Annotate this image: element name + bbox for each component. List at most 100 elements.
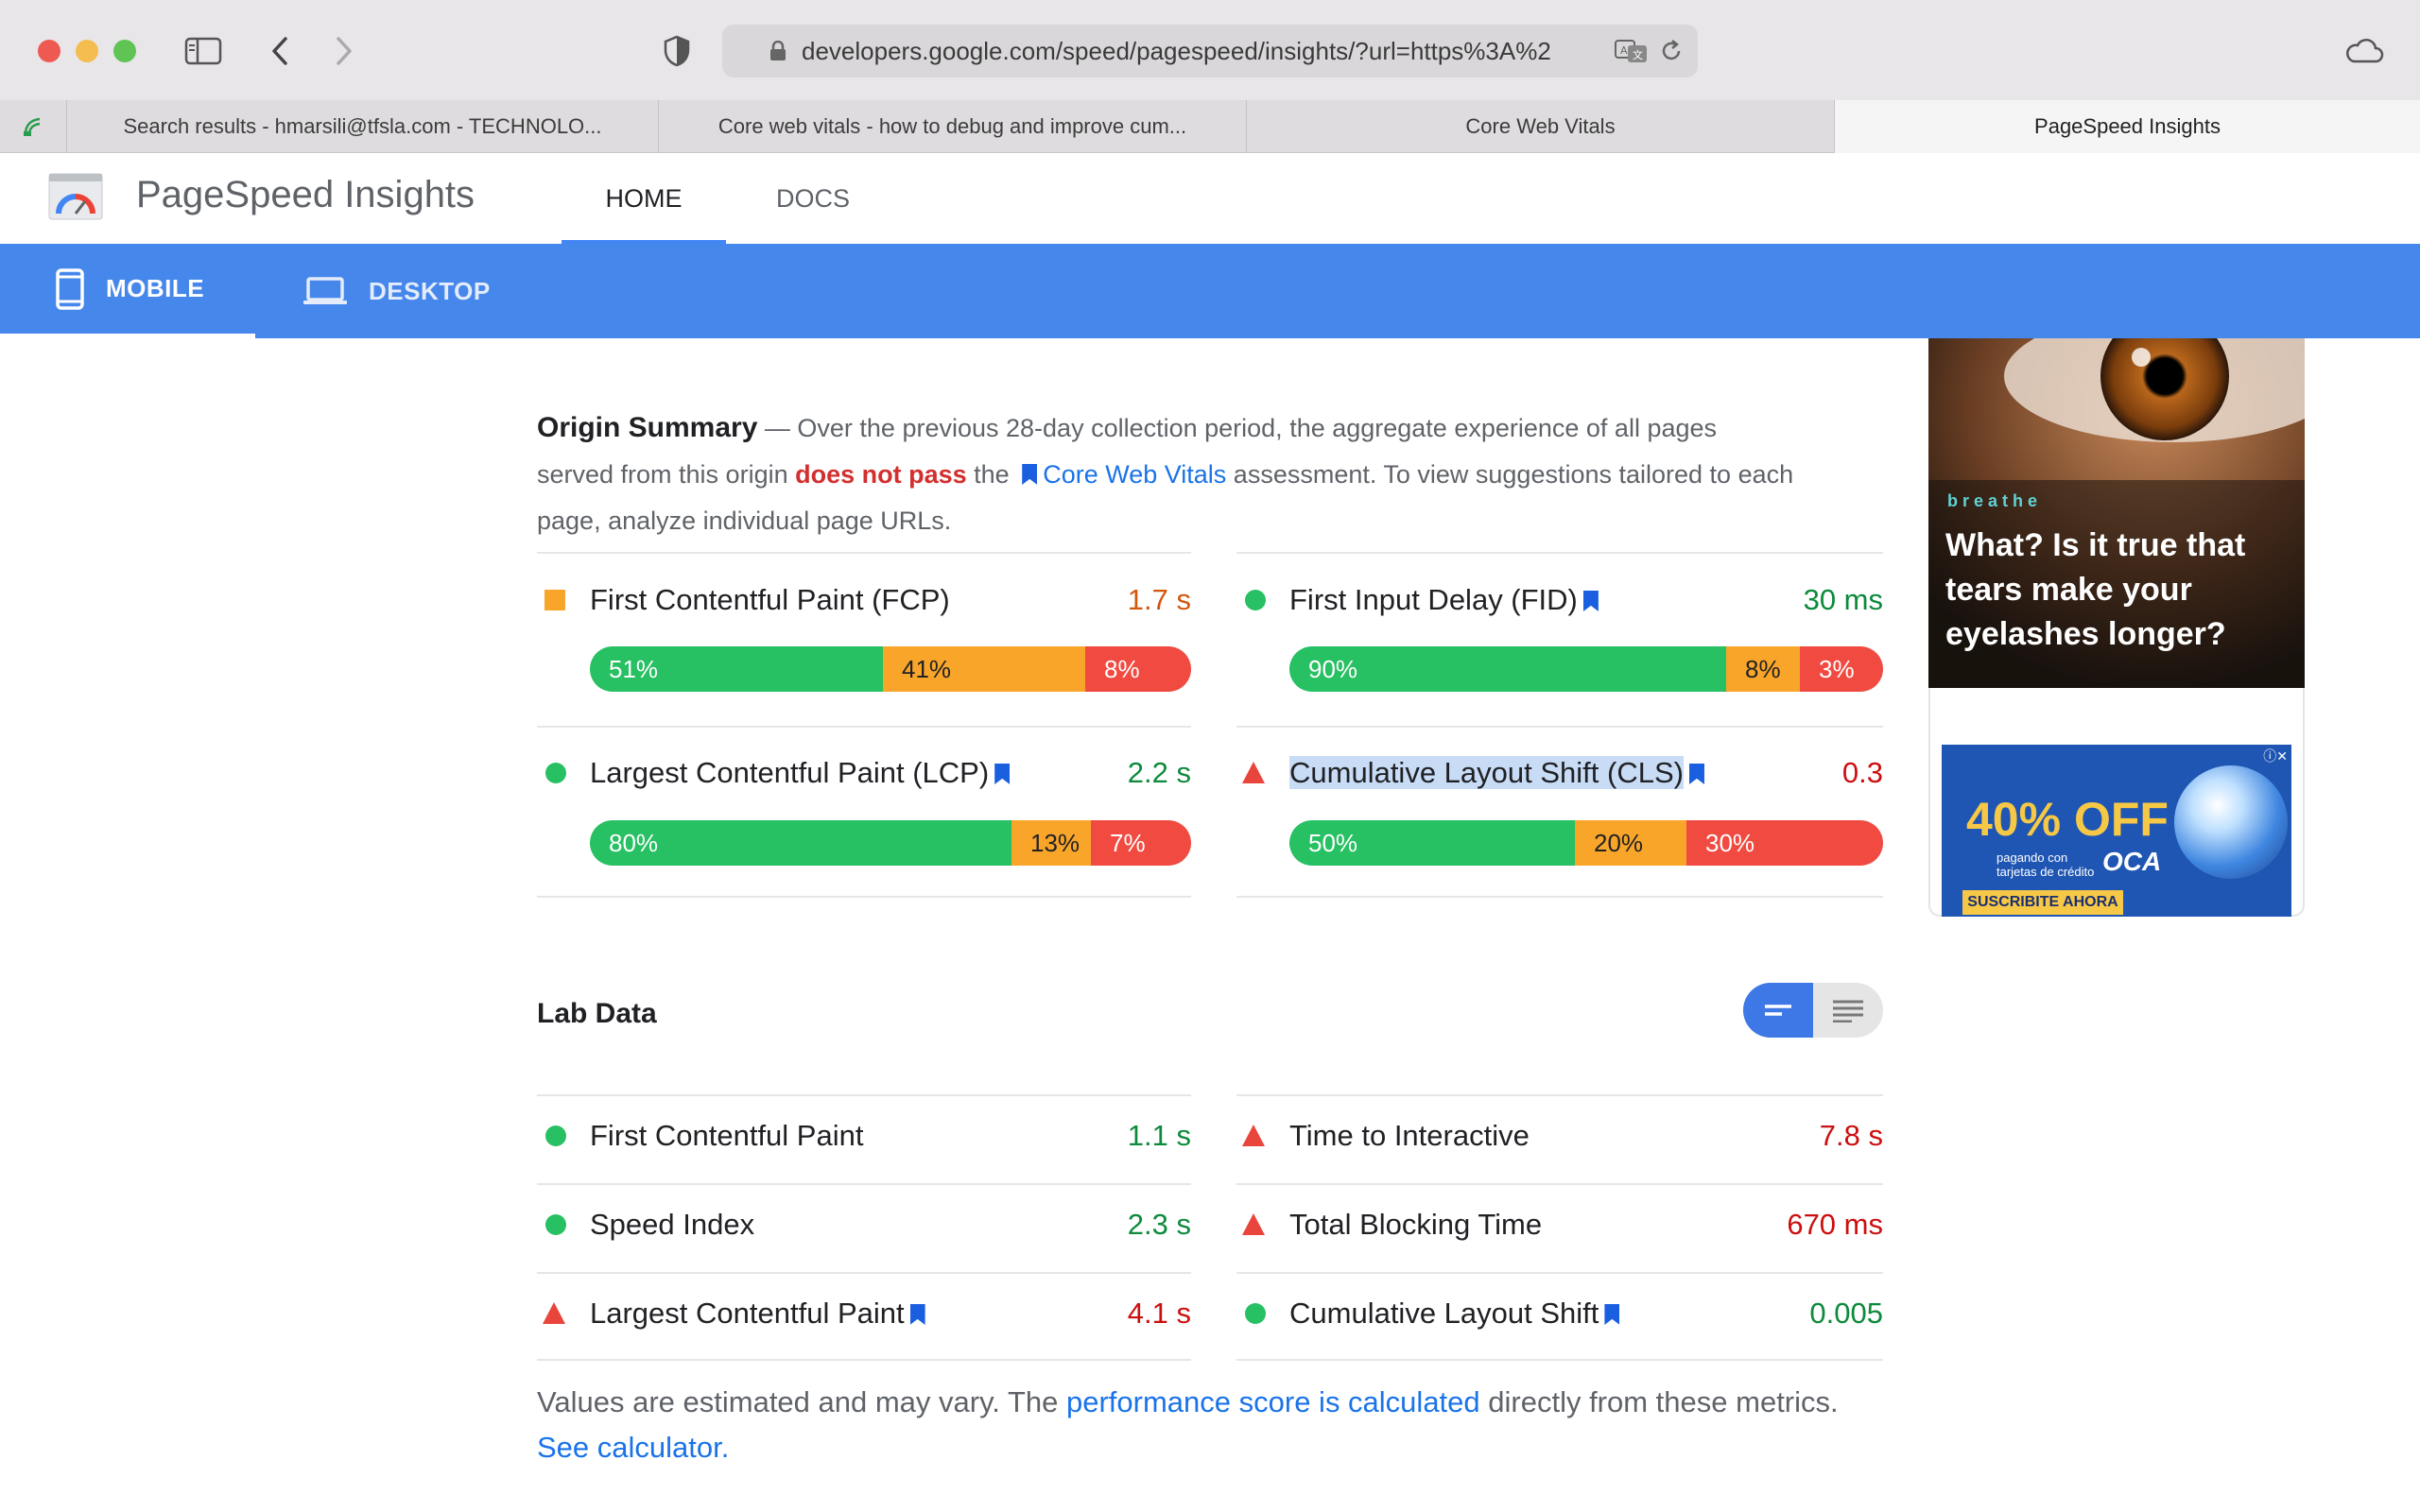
adchoices-icon[interactable]: ⓘ✕ bbox=[2263, 747, 2288, 765]
icloud-tabs-icon[interactable] bbox=[2341, 28, 2388, 74]
average-segment: 20% bbox=[1575, 820, 1686, 866]
compact-list-icon bbox=[1765, 1005, 1791, 1016]
average-segment: 8% bbox=[1726, 646, 1800, 692]
privacy-shield-icon[interactable] bbox=[658, 28, 696, 74]
metric-value: 0.005 bbox=[1809, 1297, 1883, 1330]
url-text: developers.google.com/speed/pagespeed/in… bbox=[802, 37, 1551, 65]
metric-name: Speed Index bbox=[590, 1208, 755, 1241]
good-circle-icon bbox=[545, 763, 566, 783]
divider bbox=[1236, 1359, 1883, 1361]
poor-segment: 3% bbox=[1800, 646, 1883, 692]
reload-icon[interactable] bbox=[1658, 38, 1685, 64]
good-circle-icon bbox=[545, 1214, 566, 1235]
poor-triangle-icon bbox=[1242, 1125, 1265, 1146]
translate-icon[interactable]: A文 bbox=[1615, 38, 1649, 64]
poor-segment: 30% bbox=[1686, 820, 1883, 866]
app-title: PageSpeed Insights bbox=[136, 174, 475, 215]
address-bar[interactable]: developers.google.com/speed/pagespeed/in… bbox=[722, 25, 1698, 77]
divider bbox=[1236, 1272, 1883, 1274]
field-metric-cls: Cumulative Layout Shift (CLS) 0.3 bbox=[1236, 745, 1883, 801]
metric-name: Total Blocking Time bbox=[1289, 1208, 1543, 1241]
origin-summary-text: Origin Summary — Over the previous 28-da… bbox=[537, 404, 1794, 544]
see-calculator-link[interactable]: See calculator. bbox=[537, 1431, 729, 1464]
divider bbox=[537, 896, 1191, 898]
bookmark-icon bbox=[1582, 591, 1599, 611]
back-icon[interactable] bbox=[263, 28, 297, 74]
divider bbox=[537, 1272, 1191, 1274]
zoom-window-button[interactable] bbox=[113, 40, 136, 62]
divider bbox=[1236, 552, 1883, 554]
metric-name-text: Largest Contentful Paint bbox=[590, 1297, 905, 1330]
tab-pagespeed-insights[interactable]: PageSpeed Insights bbox=[1834, 100, 2420, 153]
good-segment: 80% bbox=[590, 820, 1011, 866]
poor-triangle-icon bbox=[1242, 762, 1265, 783]
metric-value: 670 ms bbox=[1787, 1208, 1883, 1241]
bookmark-icon bbox=[909, 1304, 925, 1325]
advertisement-eye[interactable]: breathe What? Is it true that tears make… bbox=[1928, 338, 2305, 688]
laptop-icon bbox=[303, 277, 347, 304]
desktop-tab-label: DESKTOP bbox=[369, 276, 491, 305]
tab-core-web-vitals[interactable]: Core Web Vitals bbox=[1246, 100, 1834, 153]
lab-metric-lcp: Largest Contentful Paint 4.1 s bbox=[537, 1285, 1191, 1342]
nav-docs-tab[interactable]: DOCS bbox=[726, 153, 900, 244]
sidebar-toggle-icon[interactable] bbox=[182, 28, 225, 74]
browser-toolbar: developers.google.com/speed/pagespeed/in… bbox=[0, 0, 2420, 100]
pagespeed-logo-icon bbox=[48, 173, 103, 220]
lab-metric-cls: Cumulative Layout Shift 0.005 bbox=[1236, 1285, 1883, 1342]
expanded-view-button[interactable] bbox=[1813, 983, 1883, 1038]
poor-triangle-icon bbox=[1242, 1213, 1265, 1235]
metric-name: Cumulative Layout Shift (CLS) bbox=[1289, 745, 1710, 801]
desktop-tab[interactable]: DESKTOP bbox=[302, 244, 548, 338]
average-segment: 41% bbox=[883, 646, 1085, 692]
lock-icon bbox=[770, 41, 786, 60]
bookmark-icon bbox=[1688, 764, 1704, 784]
origin-summary-text-part: the bbox=[966, 460, 1017, 489]
ad-small-text: pagando con tarjetas de crédito bbox=[1996, 850, 2095, 879]
distribution-bar-lcp: 80% 13% 7% bbox=[590, 820, 1191, 866]
note-text: Values are estimated and may vary. The bbox=[537, 1385, 1066, 1418]
poor-segment: 8% bbox=[1085, 646, 1191, 692]
metric-value: 1.1 s bbox=[1127, 1119, 1191, 1152]
field-metric-fid: First Input Delay (FID) 30 ms bbox=[1236, 572, 1883, 628]
advertisement-oca[interactable]: 40% OFF pagando con tarjetas de crédito … bbox=[1942, 745, 2291, 917]
metric-value: 1.7 s bbox=[1127, 583, 1191, 616]
ad-cta[interactable]: SUSCRIBITE AHORA bbox=[1962, 890, 2123, 915]
nav-home-tab[interactable]: HOME bbox=[562, 153, 726, 244]
lab-metric-tbt: Total Blocking Time 670 ms bbox=[1236, 1196, 1883, 1253]
good-circle-icon bbox=[1245, 1303, 1266, 1324]
poor-triangle-icon bbox=[543, 1302, 565, 1324]
divider bbox=[1236, 896, 1883, 898]
compact-view-button[interactable] bbox=[1743, 983, 1813, 1038]
view-toggle bbox=[1743, 983, 1883, 1038]
pinned-tab-icon[interactable] bbox=[0, 100, 66, 153]
metric-name-text: Cumulative Layout Shift bbox=[1289, 1297, 1599, 1330]
mobile-tab[interactable]: MOBILE bbox=[0, 244, 255, 338]
lab-metric-tti: Time to Interactive 7.8 s bbox=[1236, 1108, 1883, 1164]
metric-name: Time to Interactive bbox=[1289, 1119, 1530, 1152]
core-web-vitals-link[interactable]: Core Web Vitals bbox=[1043, 460, 1226, 489]
good-segment: 50% bbox=[1289, 820, 1575, 866]
svg-text:文: 文 bbox=[1633, 48, 1643, 61]
ad-brand: breathe bbox=[1947, 491, 2043, 510]
tab-core-web-vitals-article[interactable]: Core web vitals - how to debug and impro… bbox=[658, 100, 1246, 153]
poor-segment: 7% bbox=[1091, 820, 1191, 866]
divider bbox=[1236, 726, 1883, 728]
fail-status: does not pass bbox=[795, 460, 967, 489]
metric-value: 2.3 s bbox=[1127, 1208, 1191, 1241]
psi-header: PageSpeed Insights HOME DOCS bbox=[0, 153, 2420, 244]
good-circle-icon bbox=[1245, 590, 1266, 610]
ad-headline: What? Is it true that tears make your ey… bbox=[1945, 527, 2246, 652]
ad-offer: 40% OFF bbox=[1966, 793, 2169, 846]
performance-score-link[interactable]: performance score is calculated bbox=[1066, 1385, 1480, 1418]
good-segment: 51% bbox=[590, 646, 883, 692]
forward-icon[interactable] bbox=[327, 28, 361, 74]
bookmark-icon bbox=[1022, 464, 1038, 485]
close-window-button[interactable] bbox=[38, 40, 60, 62]
average-segment: 13% bbox=[1011, 820, 1091, 866]
metric-name: First Input Delay (FID) bbox=[1289, 572, 1604, 628]
lab-data-heading: Lab Data bbox=[537, 998, 657, 1029]
metric-value: 7.8 s bbox=[1819, 1119, 1883, 1152]
metric-name: Largest Contentful Paint (LCP) bbox=[590, 745, 1015, 801]
minimize-window-button[interactable] bbox=[76, 40, 98, 62]
tab-search-results[interactable]: Search results - hmarsili@tfsla.com - TE… bbox=[66, 100, 658, 153]
